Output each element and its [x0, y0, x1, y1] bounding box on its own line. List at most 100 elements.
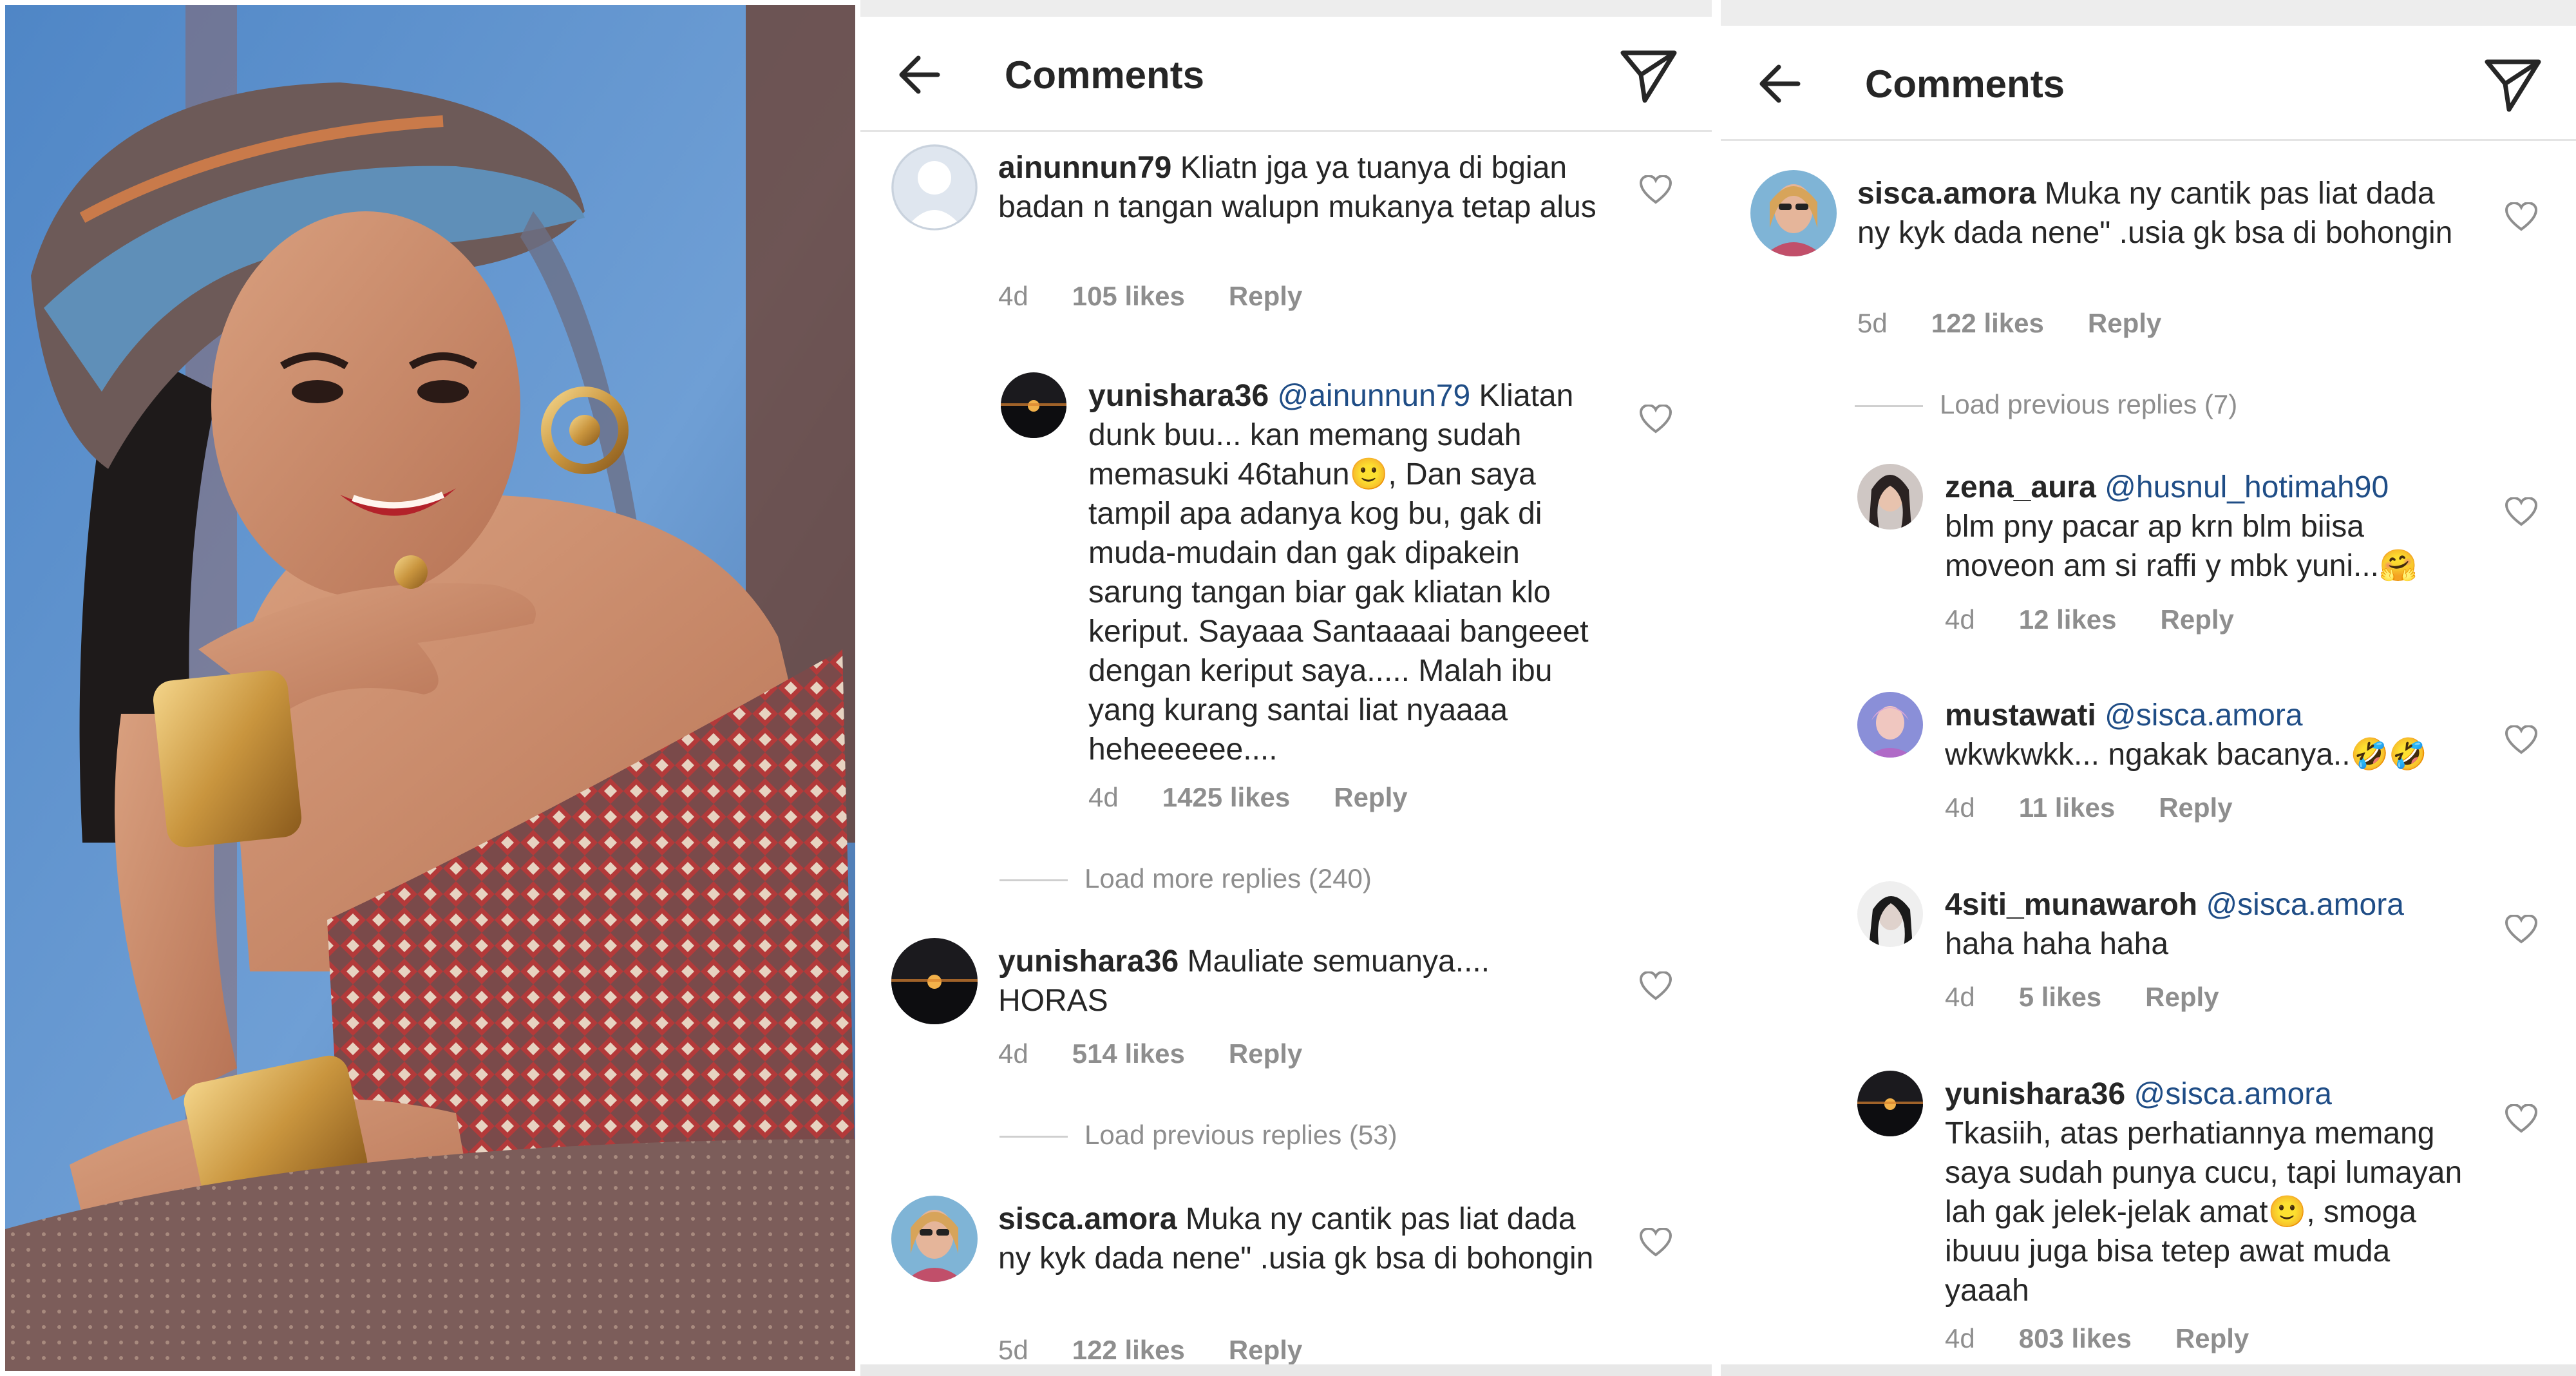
- username[interactable]: yunishara36: [1088, 379, 1269, 413]
- comment-text: zena_aura @husnul_hotimah90blm pny pacar…: [1945, 468, 2473, 586]
- load-previous-replies[interactable]: Load previous replies (7): [1855, 389, 2237, 420]
- comment-age: 4d: [1088, 782, 1119, 812]
- load-previous-label: Load previous replies (7): [1940, 389, 2238, 419]
- profile-photo-icon: [1857, 881, 1923, 947]
- portrait-photo: [5, 5, 855, 1371]
- status-bar: [860, 0, 1712, 17]
- reply-button[interactable]: Reply: [1334, 782, 1407, 812]
- bottom-edge: [860, 1364, 1712, 1376]
- avatar[interactable]: [1001, 372, 1066, 438]
- reply-button[interactable]: Reply: [1229, 1335, 1302, 1365]
- comment-age: 4d: [1945, 604, 1975, 635]
- username[interactable]: ainunnun79: [998, 151, 1171, 185]
- comment-text: yunishara36 @sisca.amora Tkasiih, atas pe…: [1945, 1075, 2473, 1310]
- profile-photo-icon: [1857, 692, 1923, 758]
- status-bar: [1721, 0, 2576, 26]
- heart-icon[interactable]: [2505, 497, 2537, 527]
- reply-button[interactable]: Reply: [2145, 982, 2219, 1012]
- comment-meta: 4d 105 likes Reply: [998, 281, 1346, 312]
- comment-meta: 4d 11 likes Reply: [1945, 792, 2277, 823]
- avatar[interactable]: [1857, 1071, 1923, 1136]
- comments-header: Comments: [860, 17, 1712, 132]
- arrow-left-icon[interactable]: [896, 52, 943, 98]
- heart-icon[interactable]: [2505, 725, 2537, 755]
- heart-icon[interactable]: [2505, 1104, 2537, 1134]
- mention-link[interactable]: @husnul_hotimah90: [2105, 470, 2389, 504]
- heart-icon[interactable]: [1640, 1228, 1672, 1257]
- comment-text: sisca.amora Muka ny cantik pas liat dada…: [1857, 174, 2463, 253]
- username[interactable]: mustawati: [1945, 698, 2096, 732]
- heart-icon[interactable]: [1640, 175, 1672, 205]
- load-previous-label: Load previous replies (53): [1084, 1120, 1397, 1150]
- comment-message: blm pny pacar ap krn blm biisa moveon am…: [1945, 510, 2418, 583]
- divider: [999, 879, 1068, 882]
- profile-photo-icon: [891, 1196, 978, 1282]
- divider: [999, 1136, 1068, 1138]
- comment-age: 4d: [1945, 982, 1975, 1012]
- reply-button[interactable]: Reply: [2088, 308, 2161, 338]
- avatar[interactable]: [1750, 170, 1837, 256]
- reply-button[interactable]: Reply: [1229, 1038, 1302, 1069]
- likes-count[interactable]: 1425 likes: [1162, 782, 1291, 812]
- reply-button[interactable]: Reply: [2159, 792, 2232, 823]
- divider: [1855, 405, 1923, 408]
- username[interactable]: zena_aura: [1945, 470, 2096, 504]
- heart-icon[interactable]: [1640, 405, 1672, 434]
- reply-button[interactable]: Reply: [2161, 604, 2234, 635]
- likes-count[interactable]: 105 likes: [1072, 281, 1185, 311]
- likes-count[interactable]: 122 likes: [1931, 308, 2044, 338]
- comment-age: 4d: [998, 1038, 1028, 1069]
- comment-text: sisca.amora Muka ny cantik pas liat dada…: [998, 1199, 1604, 1278]
- paper-plane-icon[interactable]: [2483, 55, 2543, 115]
- reply-button[interactable]: Reply: [1229, 281, 1302, 311]
- comment-meta: 5d 122 likes Reply: [1857, 308, 2205, 339]
- username[interactable]: yunishara36: [998, 944, 1179, 979]
- comment-age: 4d: [1945, 792, 1975, 823]
- avatar[interactable]: [891, 938, 978, 1024]
- avatar[interactable]: [1857, 881, 1923, 947]
- comment-message: wkwkwkk... ngakak bacanya..🤣🤣: [1945, 738, 2428, 772]
- likes-count[interactable]: 514 likes: [1072, 1038, 1185, 1069]
- likes-count[interactable]: 803 likes: [2019, 1323, 2132, 1353]
- comment-text: yunishara36 Mauliate semuanya.... HORAS: [998, 942, 1604, 1020]
- heart-icon[interactable]: [2505, 915, 2537, 944]
- reply-button[interactable]: Reply: [2175, 1323, 2249, 1353]
- sunset-avatar-icon: [1001, 372, 1066, 438]
- comment-meta: 4d 12 likes Reply: [1945, 604, 2278, 635]
- load-previous-replies[interactable]: Load previous replies (53): [999, 1120, 1397, 1151]
- sunset-avatar-icon: [891, 938, 978, 1024]
- comment-meta: 4d 5 likes Reply: [1945, 982, 2263, 1013]
- page-title: Comments: [1005, 53, 1205, 97]
- arrow-left-icon[interactable]: [1757, 61, 1803, 107]
- bottom-edge: [1721, 1364, 2576, 1376]
- username[interactable]: yunishara36: [1945, 1077, 2125, 1111]
- load-more-replies[interactable]: Load more replies (240): [999, 863, 1372, 894]
- paper-plane-icon[interactable]: [1619, 46, 1678, 106]
- comment-age: 5d: [998, 1335, 1028, 1365]
- likes-count[interactable]: 5 likes: [2019, 982, 2101, 1012]
- comment-text: mustawati @sisca.amora wkwkwkk... ngakak …: [1945, 696, 2473, 774]
- mention-link[interactable]: @ainunnun79: [1278, 379, 1471, 413]
- likes-count[interactable]: 122 likes: [1072, 1335, 1185, 1365]
- default-avatar-icon: [891, 144, 978, 231]
- comment-age: 4d: [1945, 1323, 1975, 1353]
- mention-link[interactable]: @sisca.amora: [2206, 888, 2403, 922]
- username[interactable]: sisca.amora: [1857, 177, 2036, 211]
- username[interactable]: 4siti_munawaroh: [1945, 888, 2197, 922]
- avatar[interactable]: [1857, 464, 1923, 530]
- comment-age: 4d: [998, 281, 1028, 311]
- heart-icon[interactable]: [1640, 971, 1672, 1001]
- comment-meta: 4d 1425 likes Reply: [1088, 782, 1452, 813]
- username[interactable]: sisca.amora: [998, 1202, 1177, 1236]
- heart-icon[interactable]: [2505, 202, 2537, 232]
- profile-photo-icon: [1857, 464, 1923, 530]
- comment-meta: 5d 122 likes Reply: [998, 1335, 1346, 1366]
- likes-count[interactable]: 11 likes: [2019, 792, 2115, 823]
- avatar[interactable]: [891, 1196, 978, 1282]
- avatar[interactable]: [891, 144, 978, 231]
- mention-link[interactable]: @sisca.amora: [2134, 1077, 2332, 1111]
- avatar[interactable]: [1857, 692, 1923, 758]
- mention-link[interactable]: @sisca.amora: [2105, 698, 2302, 732]
- likes-count[interactable]: 12 likes: [2019, 604, 2117, 635]
- comment-meta: 4d 803 likes Reply: [1945, 1323, 2293, 1354]
